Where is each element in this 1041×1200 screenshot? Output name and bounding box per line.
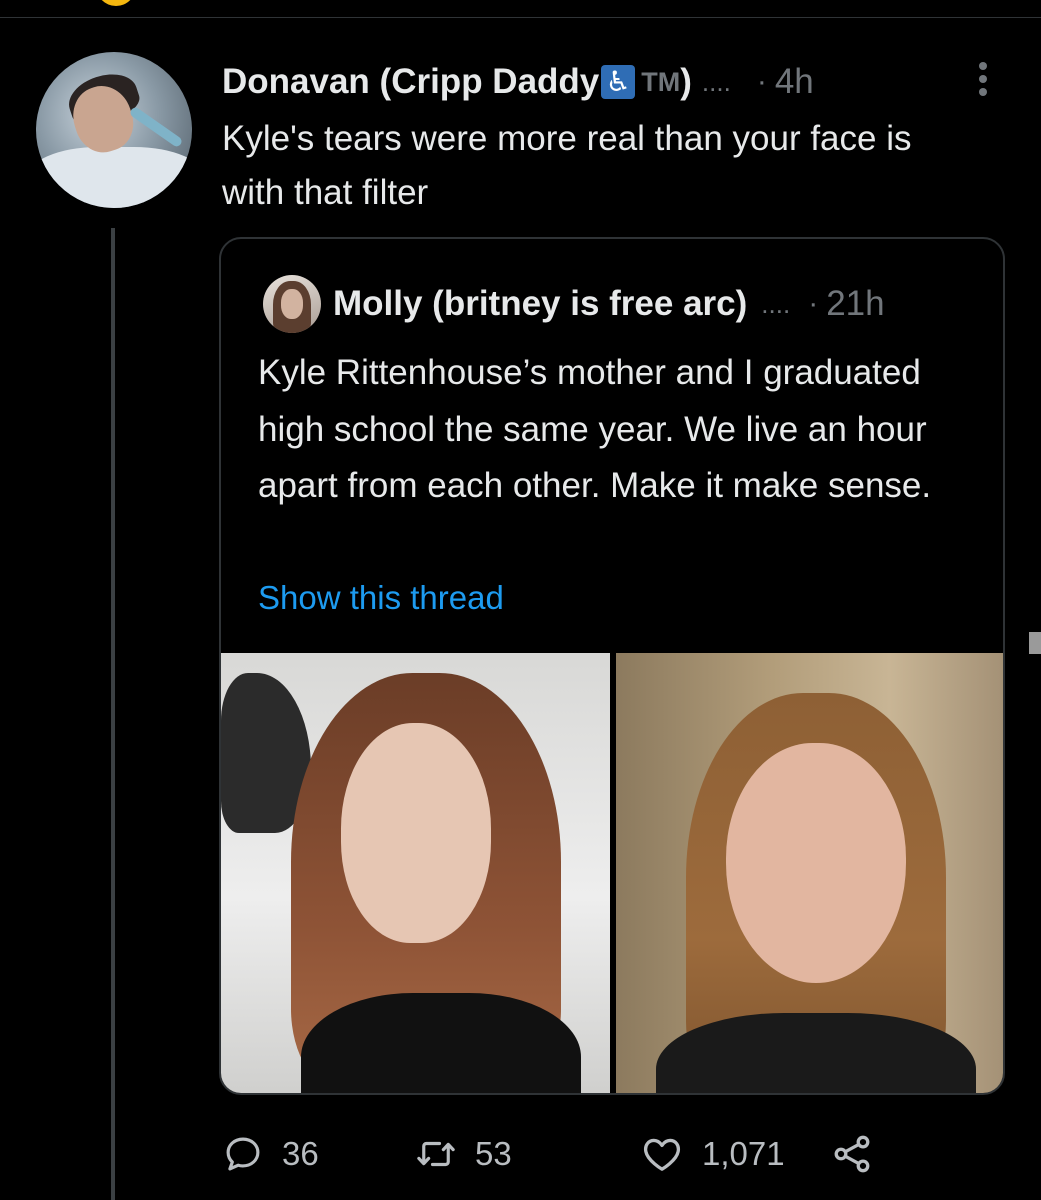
quote-tweet-card[interactable]: Molly (britney is free arc) .... · 21h K… — [219, 237, 1005, 1095]
separator-dot: · — [756, 65, 767, 98]
like-button[interactable]: 1,071 — [640, 1128, 785, 1180]
scrollbar-thumb[interactable] — [1029, 632, 1041, 654]
tm-mark: TM — [641, 66, 681, 97]
like-count: 1,071 — [702, 1135, 785, 1172]
reply-count: 36 — [282, 1135, 319, 1172]
quote-avatar[interactable] — [263, 275, 321, 333]
reply-button[interactable]: 36 — [222, 1128, 319, 1180]
retweet-icon — [417, 1141, 455, 1167]
action-bar: 36 53 1,071 — [222, 1128, 922, 1180]
thread-line — [111, 228, 115, 1200]
emoji-sliver — [96, 0, 136, 6]
reply-icon — [226, 1137, 260, 1171]
quote-timestamp[interactable]: 21h — [826, 284, 884, 324]
share-button[interactable] — [830, 1128, 874, 1180]
retweet-count: 53 — [475, 1135, 512, 1172]
divider — [0, 17, 1041, 18]
share-icon — [834, 1135, 870, 1173]
heart-icon — [643, 1138, 681, 1171]
tweet-text: Kyle's tears were more real than your fa… — [222, 119, 912, 212]
quote-separator-dot: · — [808, 287, 819, 320]
quote-handle-ellipsis: .... — [761, 288, 791, 319]
display-name-close: ) — [680, 62, 692, 101]
tweet-header: Donavan (Cripp Daddy ♿ TM ) .... · 4h — [222, 58, 814, 106]
timestamp[interactable]: 4h — [775, 62, 814, 102]
avatar[interactable] — [36, 52, 192, 208]
photo-left[interactable] — [221, 653, 610, 1093]
wheelchair-icon: ♿ — [601, 65, 636, 99]
show-thread-link[interactable]: Show this thread — [258, 579, 504, 617]
photo-right[interactable] — [616, 653, 1003, 1093]
quote-text: Kyle Rittenhouse’s mother and I graduate… — [258, 353, 932, 505]
more-options-icon[interactable] — [978, 62, 988, 98]
quote-display-name[interactable]: Molly (britney is free arc) — [333, 284, 747, 324]
display-name[interactable]: Donavan (Cripp Daddy — [222, 62, 599, 102]
retweet-button[interactable]: 53 — [415, 1128, 512, 1180]
quote-header: Molly (britney is free arc) .... · 21h — [333, 279, 885, 329]
handle-ellipsis: .... — [701, 66, 731, 97]
